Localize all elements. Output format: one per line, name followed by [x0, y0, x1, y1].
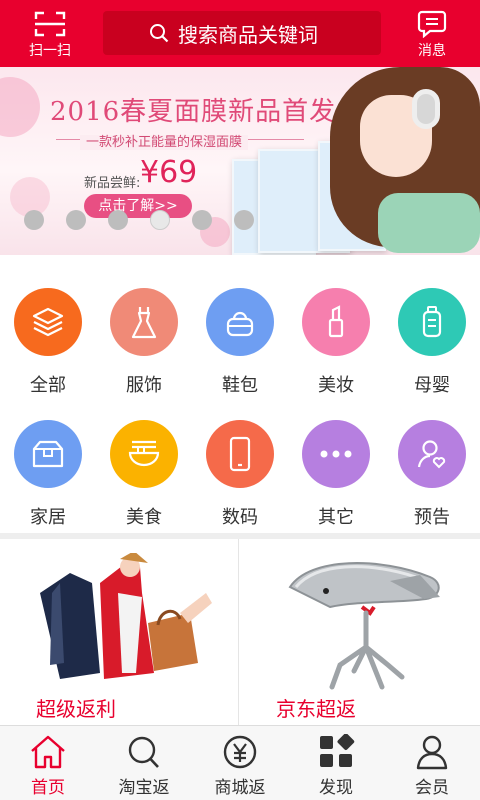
carousel-dot[interactable]: [192, 210, 212, 230]
tab-discover[interactable]: 发现: [288, 734, 384, 798]
headphone-illustration: [412, 89, 440, 129]
category-label: 美食: [126, 507, 162, 528]
carousel-dot-active[interactable]: [150, 210, 170, 230]
scan-button[interactable]: 扫一扫: [20, 10, 80, 60]
category-home[interactable]: 家居: [0, 420, 96, 529]
message-button[interactable]: 消息: [402, 10, 462, 60]
promo-title: 超级返利: [36, 697, 116, 721]
tab-label: 会员: [415, 778, 449, 798]
bottom-tab-bar: 首页 淘宝返 商城返 发现 会员: [0, 725, 480, 800]
jd-rebate-card[interactable]: 京东超返: [240, 539, 479, 725]
message-icon: [417, 10, 447, 38]
category-label: 数码: [222, 507, 258, 528]
grid-icon: [320, 734, 355, 767]
search-placeholder: 搜索商品关键词: [178, 22, 318, 47]
price-label: 新品尝鲜:: [84, 176, 141, 191]
person-icon: [416, 735, 448, 770]
tab-taobao-rebate[interactable]: 淘宝返: [96, 734, 192, 798]
bottle-icon: [422, 306, 442, 338]
category-label: 鞋包: [222, 375, 258, 396]
category-baby[interactable]: 母婴: [384, 288, 480, 397]
yen-coin-icon: [223, 735, 257, 769]
category-circle: [110, 420, 178, 488]
category-label: 美妆: [318, 375, 354, 396]
banner-subtitle: 一款秒补正能量的保湿面膜: [80, 131, 249, 150]
search-input[interactable]: 搜索商品关键词: [103, 11, 381, 55]
carousel-dot[interactable]: [234, 210, 254, 230]
handbag-icon: [226, 311, 254, 337]
carousel-dot[interactable]: [66, 210, 86, 230]
category-label: 全部: [30, 375, 66, 396]
tab-home[interactable]: 首页: [0, 734, 96, 798]
category-food[interactable]: 美食: [96, 420, 192, 529]
phone-icon: [229, 436, 251, 472]
category-circle: [302, 420, 370, 488]
category-circle: [302, 288, 370, 356]
scan-icon: [34, 11, 66, 37]
top-bar: 扫一扫 搜索商品关键词 消息: [0, 0, 480, 67]
category-beauty[interactable]: 美妆: [288, 288, 384, 397]
category-label: 其它: [318, 507, 354, 528]
promo-banner[interactable]: 2016春夏面膜新品首发 一款秒补正能量的保湿面膜 新品尝鲜: ¥69 点击了解…: [0, 67, 480, 255]
category-label: 家居: [30, 507, 66, 528]
tab-label: 商城返: [214, 778, 266, 798]
person-heart-icon: [417, 440, 446, 469]
category-label: 预告: [414, 507, 450, 528]
fashion-model-illustration: [40, 553, 212, 679]
carousel-dot[interactable]: [108, 210, 128, 230]
category-all[interactable]: 全部: [0, 288, 96, 397]
category-circle: [14, 420, 82, 488]
category-shoes-bags[interactable]: 鞋包: [192, 288, 288, 397]
noodle-bowl-icon: [128, 440, 160, 467]
scan-label: 扫一扫: [29, 43, 71, 59]
super-rebate-card[interactable]: 超级返利: [0, 539, 239, 725]
tab-label: 首页: [31, 778, 65, 798]
tab-mall-rebate[interactable]: 商城返: [192, 734, 288, 798]
category-label: 母婴: [414, 375, 450, 396]
lipstick-icon: [328, 305, 344, 338]
home-icon: [31, 735, 65, 769]
category-grid: 全部 服饰 鞋包 美妆 母婴 家居 美食 数码 其它 预告: [0, 255, 480, 531]
jd-dog-mascot-illustration: [288, 562, 440, 690]
search-icon: [150, 24, 169, 43]
category-preview[interactable]: 预告: [384, 420, 480, 529]
tab-label: 发现: [319, 778, 353, 798]
tab-member[interactable]: 会员: [384, 734, 480, 798]
dress-icon: [131, 307, 157, 339]
illustration-sleeve: [378, 193, 480, 253]
layers-icon: [32, 307, 64, 337]
category-other[interactable]: 其它: [288, 420, 384, 529]
category-circle: [14, 288, 82, 356]
category-circle: [206, 420, 274, 488]
category-digital[interactable]: 数码: [192, 420, 288, 529]
carousel-dot[interactable]: [24, 210, 44, 230]
message-label: 消息: [418, 43, 446, 59]
flower-decoration: [0, 77, 40, 137]
category-circle: [398, 288, 466, 356]
banner-title: 2016春夏面膜新品首发: [50, 97, 337, 127]
search-icon: [128, 736, 159, 768]
category-circle: [398, 420, 466, 488]
category-label: 服饰: [126, 375, 162, 396]
promo-title: 京东超返: [276, 697, 356, 721]
category-clothing[interactable]: 服饰: [96, 288, 192, 397]
carousel-indicator: [24, 210, 254, 230]
tab-label: 淘宝返: [118, 778, 170, 798]
category-circle: [206, 288, 274, 356]
more-dots-icon: [320, 450, 352, 458]
category-circle: [110, 288, 178, 356]
price-value: ¥69: [140, 155, 198, 190]
box-icon: [32, 440, 64, 468]
